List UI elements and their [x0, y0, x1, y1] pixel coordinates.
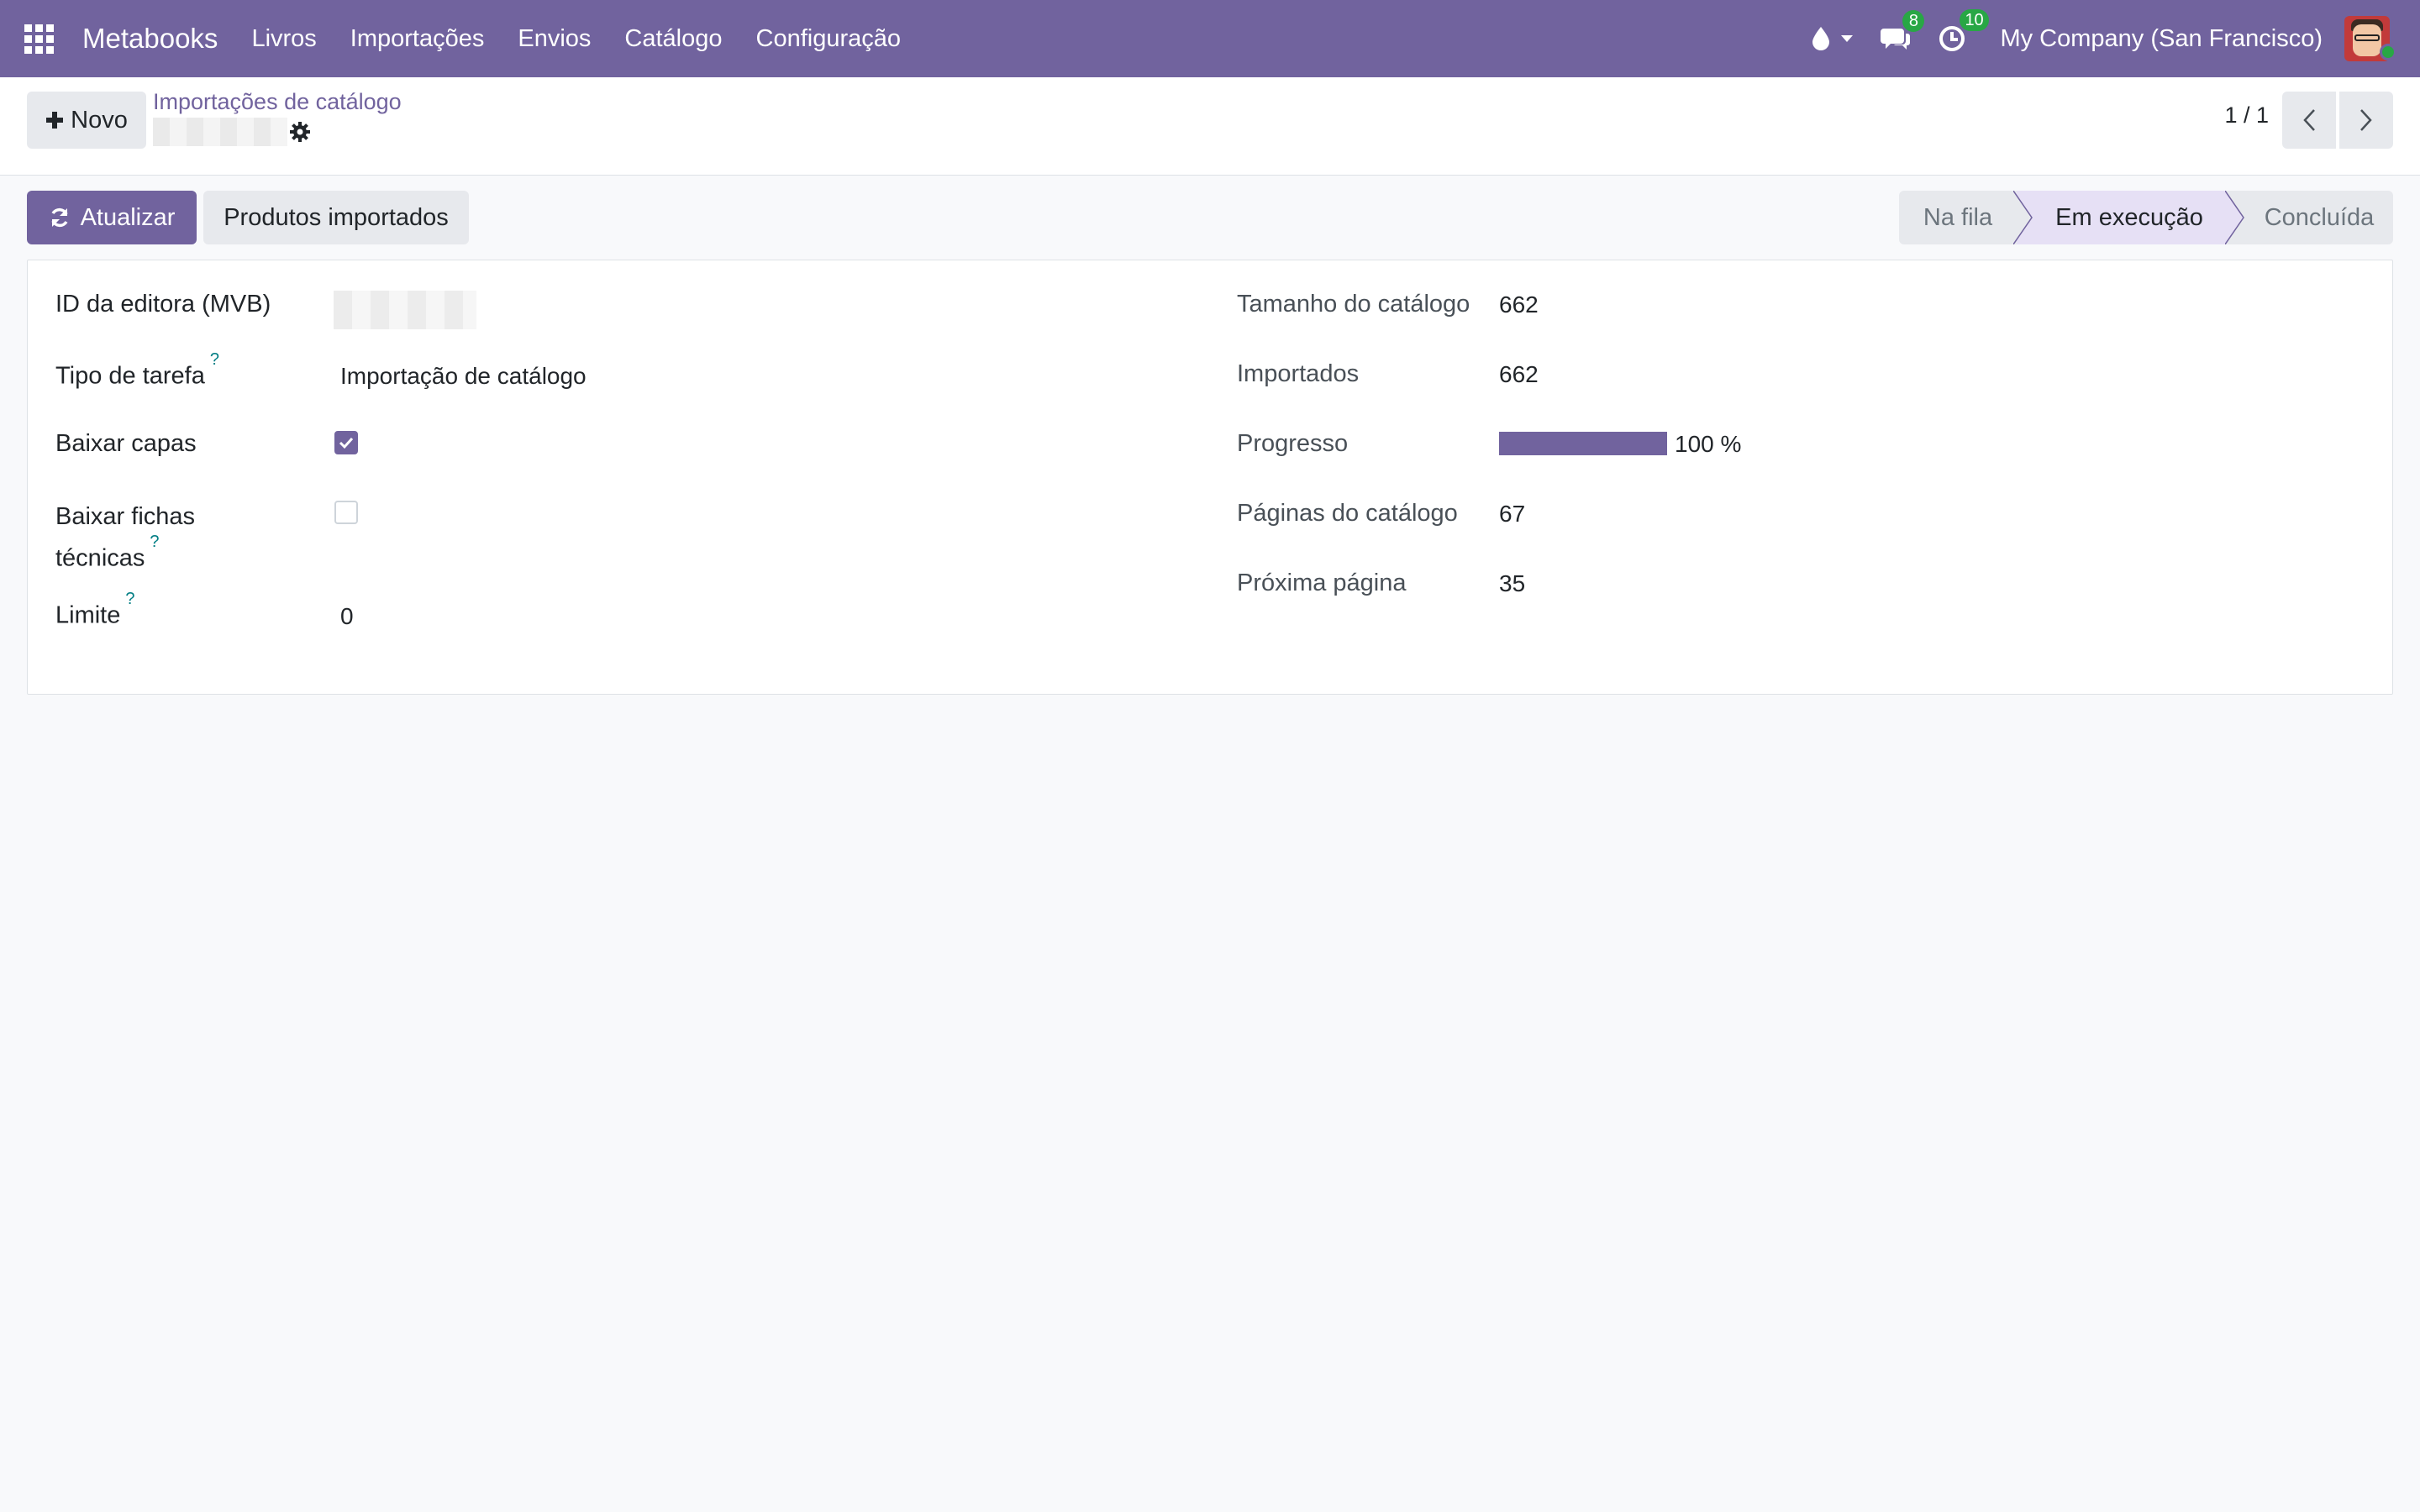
task-type-label-text: Tipo de tarefa [55, 362, 205, 390]
chevron-left-icon [2303, 109, 2315, 131]
plus-icon [46, 112, 64, 129]
catalog-size-label: Tamanho do catálogo [1237, 291, 1470, 318]
stage-running[interactable]: Em execução [2013, 191, 2225, 244]
progress-bar-fill [1499, 432, 1667, 455]
menu-item-configuracao[interactable]: Configuração [756, 25, 902, 53]
download-sheets-checkbox[interactable] [334, 501, 358, 524]
publisher-id-value-redacted[interactable] [334, 291, 476, 329]
stage-running-label: Em execução [2055, 203, 2203, 231]
form-sheet: ID da editora (MVB) Tipo de tarefa? Impo… [27, 260, 2393, 695]
caret-down-icon [1841, 35, 1854, 42]
new-button-label: Novo [71, 106, 128, 134]
stage-queued[interactable]: Na fila [1899, 191, 2017, 244]
control-panel: Novo Importações de catálogo 1 / 1 [0, 77, 2420, 176]
apps-menu-icon[interactable] [0, 0, 77, 77]
imported-value: 662 [1499, 361, 1539, 387]
download-covers-checkbox[interactable] [334, 431, 358, 454]
download-sheets-label-line2: técnicas [55, 544, 145, 572]
gear-icon[interactable] [289, 121, 311, 143]
download-sheets-label: Baixar fichas técnicas? [55, 499, 195, 576]
next-page-label: Próxima página [1237, 570, 1407, 596]
progress-bar [1499, 432, 1667, 455]
download-covers-label: Baixar capas [55, 430, 197, 457]
refresh-button-label: Atualizar [80, 203, 176, 231]
messages-count-badge: 8 [1902, 10, 1925, 32]
record-name-redacted [153, 118, 287, 146]
stage-done[interactable]: Concluída [2225, 191, 2393, 244]
pager-value[interactable]: 1 / 1 [2224, 102, 2269, 129]
catalog-pages-label: Páginas do catálogo [1237, 500, 1458, 527]
imported-products-button[interactable]: Produtos importados [203, 191, 469, 244]
limit-value[interactable]: 0 [340, 603, 354, 630]
company-switcher[interactable]: My Company (San Francisco) [2000, 25, 2323, 53]
activities-menu[interactable]: 10 [1938, 9, 1989, 53]
top-navbar: Metabooks Livros Importações Envios Catá… [0, 0, 2420, 77]
clock-icon [1939, 26, 1965, 51]
stage-queued-label: Na fila [1923, 203, 1993, 231]
limit-label: Limite? [55, 590, 134, 630]
pager-previous-button[interactable] [2282, 92, 2336, 149]
debug-menu[interactable] [1810, 25, 1854, 52]
refresh-icon [50, 207, 68, 228]
messages-menu[interactable]: 8 [1881, 10, 1925, 52]
download-sheets-help-icon[interactable]: ? [150, 533, 159, 551]
download-sheets-label-line1: Baixar fichas [55, 503, 196, 530]
task-type-value[interactable]: Importação de catálogo [340, 363, 587, 390]
menu-item-catalogo[interactable]: Catálogo [624, 25, 722, 53]
catalog-size-value: 662 [1499, 291, 1539, 318]
progress-text: 100 % [1675, 431, 1742, 457]
app-brand[interactable]: Metabooks [82, 23, 218, 55]
chevron-right-icon [2360, 109, 2372, 131]
stage-separator-2 [2225, 191, 2244, 244]
drop-icon [1812, 27, 1830, 50]
progress-label: Progresso [1237, 430, 1349, 457]
new-button[interactable]: Novo [27, 92, 146, 149]
menu-item-importacoes[interactable]: Importações [350, 25, 485, 53]
catalog-pages-value: 67 [1499, 501, 1526, 527]
online-status-indicator [2380, 44, 2396, 60]
status-bar: Na fila Em execução Concluída [1899, 191, 2393, 244]
activities-count-badge: 10 [1960, 9, 1989, 31]
next-page-value: 35 [1499, 570, 1526, 596]
task-type-label: Tipo de tarefa? [55, 350, 219, 391]
refresh-button[interactable]: Atualizar [27, 191, 197, 244]
menu-item-livros[interactable]: Livros [251, 25, 316, 53]
checkmark-icon [339, 437, 354, 449]
stage-done-label: Concluída [2264, 203, 2375, 231]
stage-separator-1 [2013, 191, 2033, 244]
limit-help-icon[interactable]: ? [125, 590, 134, 608]
pager-next-button[interactable] [2339, 92, 2393, 149]
breadcrumb-catalog-imports[interactable]: Importações de catálogo [153, 89, 402, 115]
imported-label: Importados [1237, 360, 1360, 387]
task-type-help-icon[interactable]: ? [210, 350, 219, 369]
menu-item-envios[interactable]: Envios [518, 25, 591, 53]
publisher-id-label: ID da editora (MVB) [55, 291, 271, 318]
limit-label-text: Limite [55, 601, 121, 629]
